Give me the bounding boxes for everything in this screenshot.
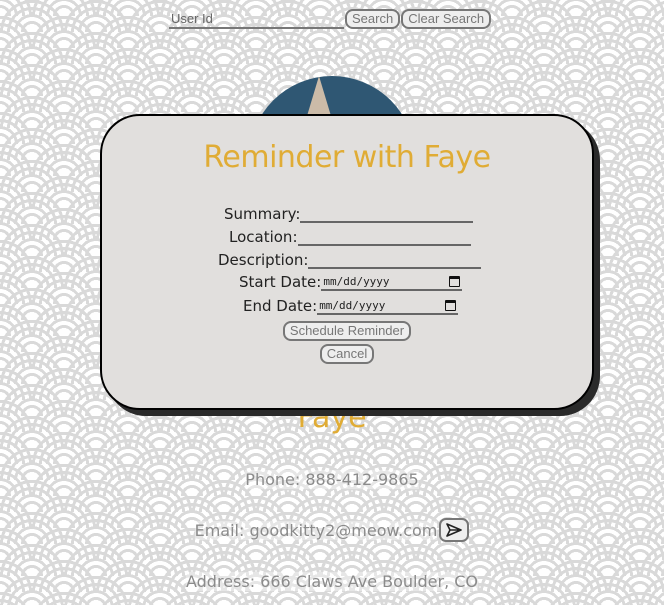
start-date-label: Start Date: — [239, 273, 322, 291]
end-date-label: End Date: — [243, 297, 318, 315]
schedule-row: Schedule Reminder — [102, 321, 592, 341]
description-label: Description: — [218, 251, 309, 269]
description-row: Description: — [218, 249, 482, 269]
send-email-button[interactable] — [439, 518, 470, 542]
search-button[interactable]: Search — [345, 9, 401, 29]
email-line: Email: goodkitty2@meow.com — [0, 517, 664, 543]
location-input[interactable] — [297, 226, 471, 246]
start-date-placeholder: mm/dd/yyyy — [323, 274, 390, 288]
summary-label: Summary: — [224, 205, 301, 223]
end-date-row: End Date: mm/dd/yyyy — [243, 297, 459, 315]
user-id-input[interactable] — [169, 9, 344, 29]
cancel-button[interactable]: Cancel — [319, 344, 375, 364]
schedule-reminder-button[interactable]: Schedule Reminder — [282, 321, 412, 341]
send-icon — [446, 523, 463, 537]
address-text: Address: 666 Claws Ave Boulder, CO — [185, 571, 479, 591]
end-date-input[interactable]: mm/dd/yyyy — [317, 297, 459, 315]
cancel-row: Cancel — [102, 344, 592, 364]
location-row: Location: — [229, 226, 471, 246]
start-date-input[interactable]: mm/dd/yyyy — [321, 273, 463, 291]
search-bar: Search Clear Search — [169, 9, 492, 29]
email-text: Email: goodkitty2@meow.com — [194, 520, 438, 540]
phone-text: Phone: 888-412-9865 — [245, 469, 419, 489]
start-date-row: Start Date: mm/dd/yyyy — [239, 273, 463, 291]
location-label: Location: — [229, 228, 298, 246]
clear-search-button[interactable]: Clear Search — [401, 9, 492, 29]
address-line: Address: 666 Claws Ave Boulder, CO — [0, 570, 664, 592]
reminder-modal: Reminder with Faye Summary: Location: De… — [100, 114, 594, 410]
summary-input[interactable] — [300, 203, 474, 223]
calendar-icon[interactable] — [445, 299, 457, 311]
calendar-icon[interactable] — [449, 275, 461, 287]
description-input[interactable] — [308, 249, 482, 269]
cat-ear-image — [307, 76, 331, 116]
modal-title: Reminder with Faye — [203, 140, 491, 175]
end-date-placeholder: mm/dd/yyyy — [319, 298, 386, 312]
summary-row: Summary: — [224, 203, 474, 223]
phone-line: Phone: 888-412-9865 — [0, 468, 664, 490]
